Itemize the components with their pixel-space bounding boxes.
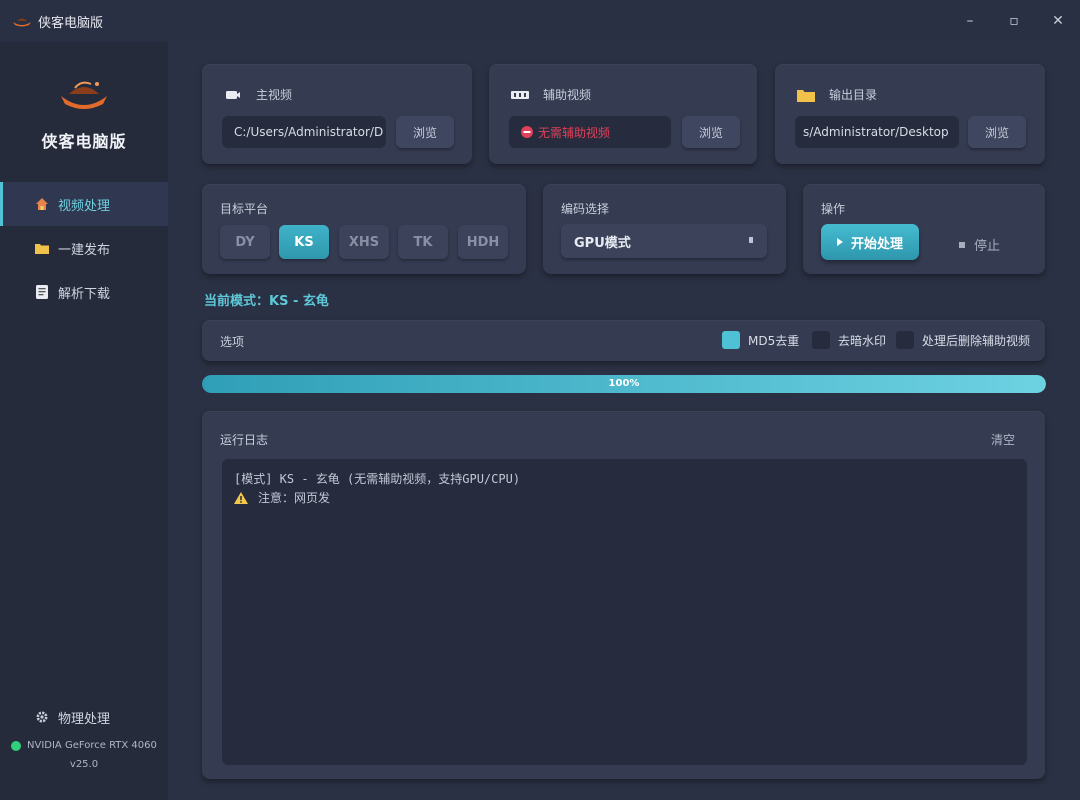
platform-title: 目标平台 [220, 202, 269, 216]
options-bar: 选项 MD5去重 去暗水印 处理后删除辅助视频 [202, 320, 1045, 361]
stop-button[interactable]: 停止 [959, 235, 1000, 254]
delete-aux-video-checkbox[interactable]: 处理后删除辅助视频 [896, 331, 1030, 349]
delete-aux-video-label: 处理后删除辅助视频 [922, 333, 1031, 348]
encoding-select[interactable]: GPU模式 [561, 224, 767, 258]
folder-icon [34, 240, 50, 256]
output-dir-card: 输出目录 s/Administrator/Desktop 浏览 [775, 64, 1045, 164]
clear-log-button[interactable]: 清空 [991, 431, 1015, 448]
warning-icon [234, 491, 248, 504]
sidebar-nav: 视频处理 一建发布 解析下载 [0, 182, 168, 314]
aux-video-status-field[interactable]: 无需辅助视频 [509, 116, 671, 148]
remove-watermark-checkbox[interactable]: 去暗水印 [812, 331, 886, 349]
progress-text: 100% [608, 378, 640, 389]
encoding-title: 编码选择 [561, 202, 610, 216]
progress-bar: 100% [202, 375, 1046, 393]
film-strip-icon [511, 88, 529, 102]
log-line: [模式] KS - 玄龟 (无需辅助视频，支持GPU/CPU) [234, 469, 1015, 488]
play-icon [836, 238, 843, 246]
sidebar-footer: 物理处理 NVIDIA GeForce RTX 4060 v25.0 [0, 706, 168, 770]
log-line: 注意：网页发 [234, 488, 1015, 507]
boat-logo-icon [13, 18, 31, 27]
sidebar-item-label: 视频处理 [58, 198, 111, 214]
current-mode-text: 当前模式：KS - 玄龟 [204, 294, 329, 309]
output-dir-path-field[interactable]: s/Administrator/Desktop [795, 116, 959, 148]
remove-watermark-label: 去暗水印 [838, 333, 887, 348]
sidebar: 侠客电脑版 视频处理 一建发布 解析下载 物理处理 NVIDIA GeForce… [0, 42, 168, 800]
gpu-status-dot-icon [11, 740, 21, 751]
sidebar-item-publish[interactable]: 一建发布 [0, 226, 168, 270]
brand: 侠客电脑版 [0, 74, 168, 152]
log-line-text: 注意：网页发 [258, 491, 331, 505]
platform-option-hdh[interactable]: HDH [458, 225, 508, 259]
output-dir-browse-button[interactable]: 浏览 [968, 116, 1026, 148]
no-entry-icon [521, 126, 533, 138]
minimize-button[interactable]: – [948, 0, 992, 42]
main-video-title: 主视频 [256, 88, 293, 102]
main-video-path-field[interactable]: C:/Users/Administrator/D [222, 116, 386, 148]
log-output: [模式] KS - 玄龟 (无需辅助视频，支持GPU/CPU) 注意：网页发 [222, 459, 1027, 765]
brand-name: 侠客电脑版 [41, 132, 127, 151]
log-line-text: [模式] KS - 玄龟 (无需辅助视频，支持GPU/CPU) [234, 472, 521, 486]
title-bar: 侠客电脑版 – ▫ ✕ [0, 0, 1080, 42]
dropdown-caret-icon [749, 237, 753, 243]
folder-icon [797, 88, 815, 102]
sidebar-item-download[interactable]: 解析下载 [0, 270, 168, 314]
boat-logo-icon [61, 81, 107, 109]
document-icon [34, 284, 50, 300]
maximize-button[interactable]: ▫ [992, 0, 1036, 42]
platform-option-xhs[interactable]: XHS [339, 225, 389, 259]
platform-option-dy[interactable]: DY [220, 225, 270, 259]
checkbox-unchecked-icon [896, 331, 914, 349]
platform-card: 目标平台 DY KS XHS TK HDH [202, 184, 526, 274]
physics-processing-item[interactable]: 物理处理 [0, 706, 168, 728]
platform-option-ks[interactable]: KS [279, 225, 329, 259]
stop-icon [959, 241, 965, 248]
md5-dedup-label: MD5去重 [748, 333, 800, 348]
start-processing-button[interactable]: 开始处理 [821, 224, 919, 260]
options-label: 选项 [220, 335, 245, 349]
operation-card: 操作 开始处理 停止 [803, 184, 1045, 274]
sidebar-item-video-processing[interactable]: 视频处理 [0, 182, 168, 226]
aux-video-browse-button[interactable]: 浏览 [682, 116, 740, 148]
aux-video-title: 辅助视频 [543, 88, 592, 102]
sidebar-item-label: 解析下载 [58, 286, 111, 302]
gpu-status: NVIDIA GeForce RTX 4060 [0, 740, 168, 751]
aux-video-status-text: 无需辅助视频 [538, 125, 611, 140]
start-processing-label: 开始处理 [850, 236, 903, 252]
window-title: 侠客电脑版 [38, 15, 104, 31]
home-icon [34, 196, 50, 212]
checkbox-checked-icon [722, 331, 740, 349]
output-dir-title: 输出目录 [829, 88, 878, 102]
log-title: 运行日志 [220, 433, 269, 447]
aux-video-card: 辅助视频 无需辅助视频 浏览 [489, 64, 757, 164]
main-video-card: 主视频 C:/Users/Administrator/D 浏览 [202, 64, 472, 164]
physics-processing-label: 物理处理 [58, 711, 111, 727]
main-video-browse-button[interactable]: 浏览 [396, 116, 454, 148]
close-button[interactable]: ✕ [1036, 0, 1080, 42]
platform-option-tk[interactable]: TK [398, 225, 448, 259]
gear-icon [34, 709, 50, 725]
gpu-name: NVIDIA GeForce RTX 4060 [27, 740, 157, 751]
encoding-card: 编码选择 GPU模式 [543, 184, 786, 274]
stop-label: 停止 [974, 239, 1001, 254]
app-version: v25.0 [69, 759, 99, 770]
camera-icon [224, 88, 242, 102]
checkbox-unchecked-icon [812, 331, 830, 349]
operation-title: 操作 [821, 202, 846, 216]
encoding-selected-value: GPU模式 [574, 235, 631, 251]
md5-dedup-checkbox[interactable]: MD5去重 [722, 331, 799, 349]
sidebar-item-label: 一建发布 [58, 242, 111, 258]
